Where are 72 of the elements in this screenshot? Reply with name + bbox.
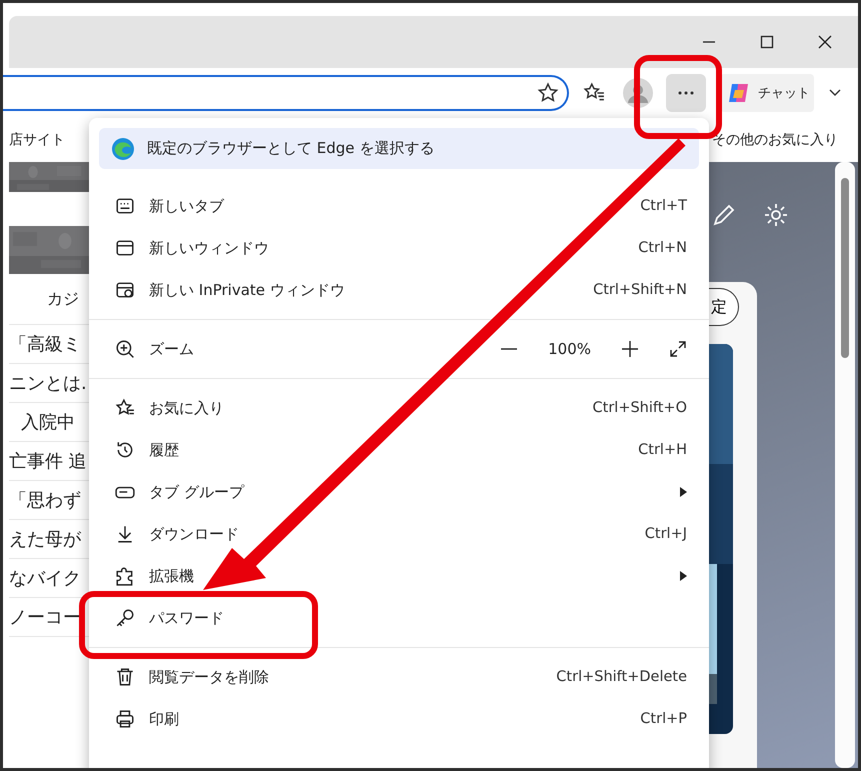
- shortcut-text: Ctrl+H: [638, 442, 687, 458]
- edge-logo-icon: [111, 136, 135, 160]
- menu-item[interactable]: お気に入り Ctrl+Shift+O: [89, 387, 709, 429]
- headline-link[interactable]: えた母が: [9, 527, 81, 551]
- menu-item[interactable]: 新しいタブ Ctrl+T: [89, 185, 709, 227]
- headline-link[interactable]: 入院中: [21, 410, 75, 434]
- key-icon: [115, 608, 135, 628]
- submenu-arrow-icon: [680, 571, 687, 581]
- headline-link[interactable]: 「高級ミ: [9, 332, 81, 356]
- zoom-icon: [115, 339, 135, 359]
- menu-item[interactable]: 履歴 Ctrl+H: [89, 429, 709, 471]
- menu-label: お気に入り: [149, 398, 225, 418]
- puzzle-icon: [115, 566, 135, 586]
- headline-link[interactable]: 亡事件 追: [9, 449, 87, 473]
- zoom-row[interactable]: ズーム 100%: [89, 328, 709, 370]
- trash-icon: [115, 667, 135, 687]
- shortcut-text: Ctrl+Shift+O: [592, 400, 687, 416]
- shortcut-text: Ctrl+Shift+Delete: [556, 669, 687, 685]
- address-field[interactable]: [3, 75, 569, 111]
- headline-link[interactable]: なバイク: [9, 566, 81, 590]
- menu-label: 新しい InPrivate ウィンドウ: [149, 280, 346, 300]
- shortcut-text: Ctrl+Shift+N: [593, 282, 687, 298]
- bookmark-link[interactable]: 店サイト: [9, 131, 65, 149]
- menu-label: 履歴: [149, 440, 180, 460]
- printer-icon: [115, 709, 135, 729]
- submenu-arrow-icon: [680, 487, 687, 497]
- new-tab-icon: [115, 196, 135, 216]
- menu-item[interactable]: パスワード: [89, 597, 709, 639]
- private-window-icon: [115, 280, 135, 300]
- menu-item[interactable]: 印刷 Ctrl+P: [89, 698, 709, 740]
- shortcut-text: Ctrl+N: [638, 240, 687, 256]
- scrollbar[interactable]: [835, 162, 855, 768]
- settings-button[interactable]: 定: [707, 288, 739, 326]
- shortcut-text: Ctrl+T: [640, 198, 687, 214]
- headline-link[interactable]: ニンとは.: [9, 371, 87, 395]
- menu-label: 印刷: [149, 710, 180, 728]
- headline-link[interactable]: 「思わず: [9, 488, 81, 512]
- menu-label: 新しいタブ: [149, 196, 226, 216]
- close-icon[interactable]: [818, 35, 832, 49]
- menu-item[interactable]: 新しいウィンドウ Ctrl+N: [89, 227, 709, 269]
- profile-avatar-icon[interactable]: [623, 78, 653, 108]
- chat-label: チャット: [758, 85, 810, 102]
- history-icon: [115, 440, 135, 460]
- menu-label: ダウンロード: [149, 524, 240, 544]
- menu-label: ズーム: [149, 340, 195, 358]
- window-icon: [115, 238, 135, 258]
- maximize-icon[interactable]: [760, 35, 774, 49]
- menu-item[interactable]: タブ グループ: [89, 471, 709, 513]
- shortcut-text: Ctrl+J: [644, 526, 687, 542]
- headline-link[interactable]: ノーコー: [9, 605, 81, 629]
- other-favorites-link[interactable]: その他のお気に入り: [712, 131, 838, 149]
- favorites-icon: [115, 398, 135, 418]
- category-tab[interactable]: カジ: [47, 288, 79, 310]
- menu-label: 拡張機: [149, 566, 195, 586]
- star-icon[interactable]: [537, 82, 559, 104]
- menu-label: 新しいウィンドウ: [149, 238, 270, 258]
- zoom-in-icon[interactable]: [621, 340, 639, 358]
- menu-label: タブ グループ: [149, 482, 246, 502]
- menu-item[interactable]: 新しい InPrivate ウィンドウ Ctrl+Shift+N: [89, 269, 709, 311]
- pencil-icon[interactable]: [711, 202, 737, 228]
- chevron-down-icon[interactable]: [828, 88, 842, 98]
- menu-item[interactable]: 閲覧データを削除 Ctrl+Shift+Delete: [89, 656, 709, 698]
- menu-item[interactable]: 拡張機: [89, 555, 709, 597]
- menu-label: パスワード: [149, 608, 225, 628]
- fullscreen-icon[interactable]: [669, 340, 687, 358]
- menu-item[interactable]: ダウンロード Ctrl+J: [89, 513, 709, 555]
- chat-button[interactable]: チャット: [720, 74, 814, 112]
- more-icon: [678, 91, 694, 95]
- default-browser-banner[interactable]: 既定のブラウザーとして Edge を選択する: [99, 128, 699, 169]
- menu-label: 閲覧データを削除: [149, 668, 270, 686]
- zoom-value: 100%: [548, 340, 591, 358]
- shortcut-text: Ctrl+P: [640, 711, 687, 727]
